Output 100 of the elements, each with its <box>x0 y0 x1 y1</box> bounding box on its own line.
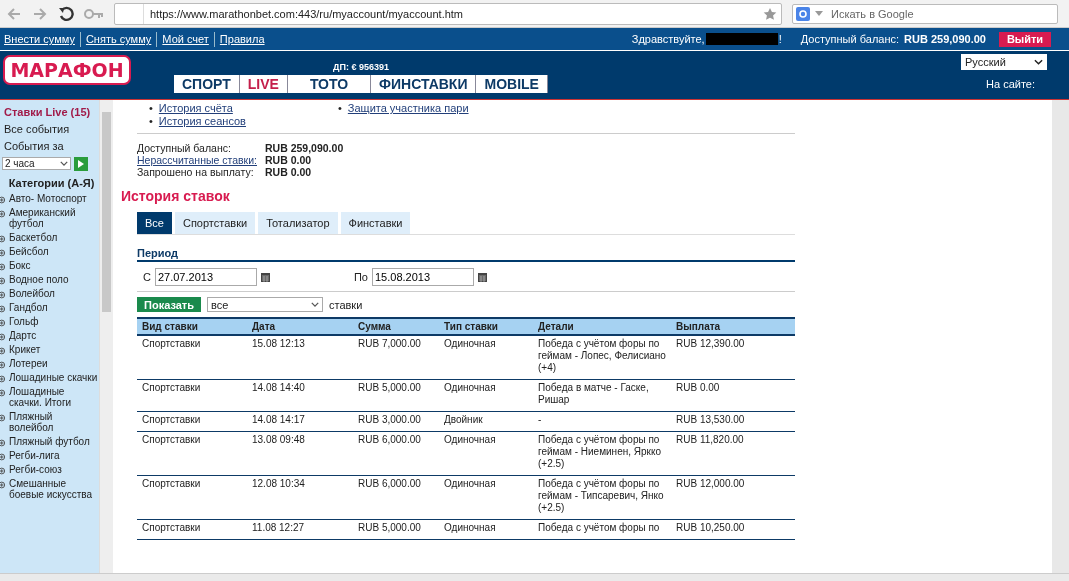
greeting-text: Здравствуйте, <box>631 33 705 45</box>
category-link[interactable]: Водное поло <box>9 274 69 285</box>
period-select[interactable]: 2 часа <box>2 157 71 170</box>
top-link[interactable]: Мой счет <box>162 33 209 45</box>
account-link[interactable]: Защита участника пари <box>347 102 469 114</box>
category-link[interactable]: Баскетбол <box>9 232 58 243</box>
category-link[interactable]: Авто- Мотоспорт <box>9 193 87 204</box>
category-link[interactable]: Волейбол <box>9 288 55 299</box>
category-link[interactable]: Пляжный футбол <box>9 436 90 447</box>
balance-label: Доступный баланс: <box>137 142 232 154</box>
star-icon[interactable] <box>763 6 777 21</box>
go-button[interactable] <box>74 157 88 171</box>
show-button[interactable]: Показать <box>137 297 201 312</box>
account-link[interactable]: История сеансов <box>158 115 246 127</box>
filter-tab[interactable]: Все <box>137 212 172 234</box>
column-header: Выплата <box>671 318 795 335</box>
bullet: • <box>149 115 153 127</box>
category-link[interactable]: Американский футбол <box>9 207 100 229</box>
table-cell: Одиночная <box>439 519 533 540</box>
category-link[interactable]: Лотереи <box>9 358 48 369</box>
expand-icon[interactable] <box>0 210 7 218</box>
table-cell: RUB 7,000.00 <box>353 335 439 380</box>
nav-tab[interactable]: ФИНСТАВКИ <box>371 75 477 93</box>
category-link[interactable]: Лошадиные скачки <box>9 372 98 383</box>
table-cell: 15.08 12:13 <box>247 335 353 380</box>
bullet: • <box>149 102 153 114</box>
search-field[interactable]: Искать в Google <box>792 3 1058 24</box>
category-link[interactable]: Лошадиные скачки. Итоги <box>9 386 100 408</box>
expand-icon[interactable] <box>0 389 7 397</box>
category-link[interactable]: Регби-союз <box>9 464 62 475</box>
online-label: На сайте: <box>986 78 1035 90</box>
to-date-field[interactable]: 15.08.2013 <box>372 268 474 286</box>
bet-filter-select[interactable]: все <box>207 297 323 312</box>
nav-tab[interactable]: MOBILE <box>476 75 548 93</box>
expand-icon[interactable] <box>0 414 7 422</box>
top-link[interactable]: Правила <box>219 33 265 45</box>
category-link[interactable]: Крикет <box>9 344 41 355</box>
category-link[interactable]: Гольф <box>9 316 39 327</box>
calendar-icon[interactable] <box>478 272 487 282</box>
live-link[interactable]: Ставки Live (15) <box>4 104 100 121</box>
from-date-field[interactable]: 27.07.2013 <box>154 268 257 286</box>
expand-icon[interactable] <box>0 453 7 461</box>
category-link[interactable]: Бейсбол <box>9 246 49 257</box>
logo[interactable]: МАРАФОН <box>3 55 131 85</box>
table-cell: Одиночная <box>439 475 533 520</box>
account-link[interactable]: История счёта <box>158 102 233 114</box>
expand-icon[interactable] <box>0 196 7 204</box>
table-cell: RUB 12,000.00 <box>671 475 795 520</box>
expand-icon[interactable] <box>0 291 7 299</box>
language-select[interactable]: Русский <box>961 54 1047 70</box>
expand-icon[interactable] <box>0 249 7 257</box>
scrollbar[interactable] <box>1052 100 1069 573</box>
table-cell: RUB 12,390.00 <box>671 335 795 380</box>
table-cell: RUB 10,250.00 <box>671 519 795 540</box>
table-cell: Победа в матче - Гаске, Ришар <box>533 379 671 412</box>
expand-icon[interactable] <box>0 375 7 383</box>
section-title: История ставок <box>121 188 231 204</box>
reload-icon[interactable] <box>58 5 74 22</box>
expand-icon[interactable] <box>0 361 7 369</box>
expand-icon[interactable] <box>0 347 7 355</box>
logout-button[interactable]: Выйти <box>999 31 1051 47</box>
greeting-text: ! <box>778 33 782 45</box>
dropdown-icon[interactable] <box>815 11 823 16</box>
all-events-link[interactable]: Все события <box>4 121 100 138</box>
nav-tab[interactable]: СПОРТ <box>174 75 240 93</box>
top-link[interactable]: Снять сумму <box>85 33 152 45</box>
top-link[interactable]: Внести сумму <box>4 33 75 45</box>
events-label: События за <box>4 139 65 154</box>
category-link[interactable]: Бокс <box>9 260 31 271</box>
filter-tab[interactable]: Тотализатор <box>258 212 338 234</box>
expand-icon[interactable] <box>0 263 7 271</box>
table-cell: 12.08 10:34 <box>247 475 353 520</box>
expand-icon[interactable] <box>0 481 7 489</box>
table-cell: RUB 5,000.00 <box>353 379 439 412</box>
category-link[interactable]: Дартс <box>9 330 37 341</box>
expand-icon[interactable] <box>0 277 7 285</box>
expand-icon[interactable] <box>0 467 7 475</box>
balance-link[interactable]: Нерассчитанные ставки: <box>137 154 265 166</box>
expand-icon[interactable] <box>0 319 7 327</box>
nav-tab[interactable]: ТОТО <box>287 75 372 93</box>
filter-tab[interactable]: Финставки <box>340 212 411 234</box>
category-link[interactable]: Пляжный волейбол <box>9 411 100 433</box>
calendar-icon[interactable] <box>260 272 270 282</box>
address-bar[interactable]: https://www.marathonbet.com:443/ru/myaccount/myaccount.htm <box>114 2 782 25</box>
nav-tab[interactable]: LIVE <box>239 75 288 93</box>
balance-label: Запрошено на выплату: <box>137 166 255 178</box>
table-cell: - <box>533 411 671 432</box>
table-cell: Спортставки <box>137 519 247 540</box>
scrollbar[interactable] <box>99 100 113 573</box>
table-cell: Спортставки <box>137 379 247 412</box>
table-cell: Спортставки <box>137 475 247 520</box>
filter-tab[interactable]: Спортставки <box>174 212 256 234</box>
category-link[interactable]: Гандбол <box>9 302 48 313</box>
category-link[interactable]: Регби-лига <box>9 450 60 461</box>
table-cell: 14.08 14:17 <box>247 411 353 432</box>
expand-icon[interactable] <box>0 333 7 341</box>
expand-icon[interactable] <box>0 235 7 243</box>
category-link[interactable]: Смешанные боевые искусства <box>9 478 100 500</box>
expand-icon[interactable] <box>0 439 7 447</box>
expand-icon[interactable] <box>0 305 7 313</box>
